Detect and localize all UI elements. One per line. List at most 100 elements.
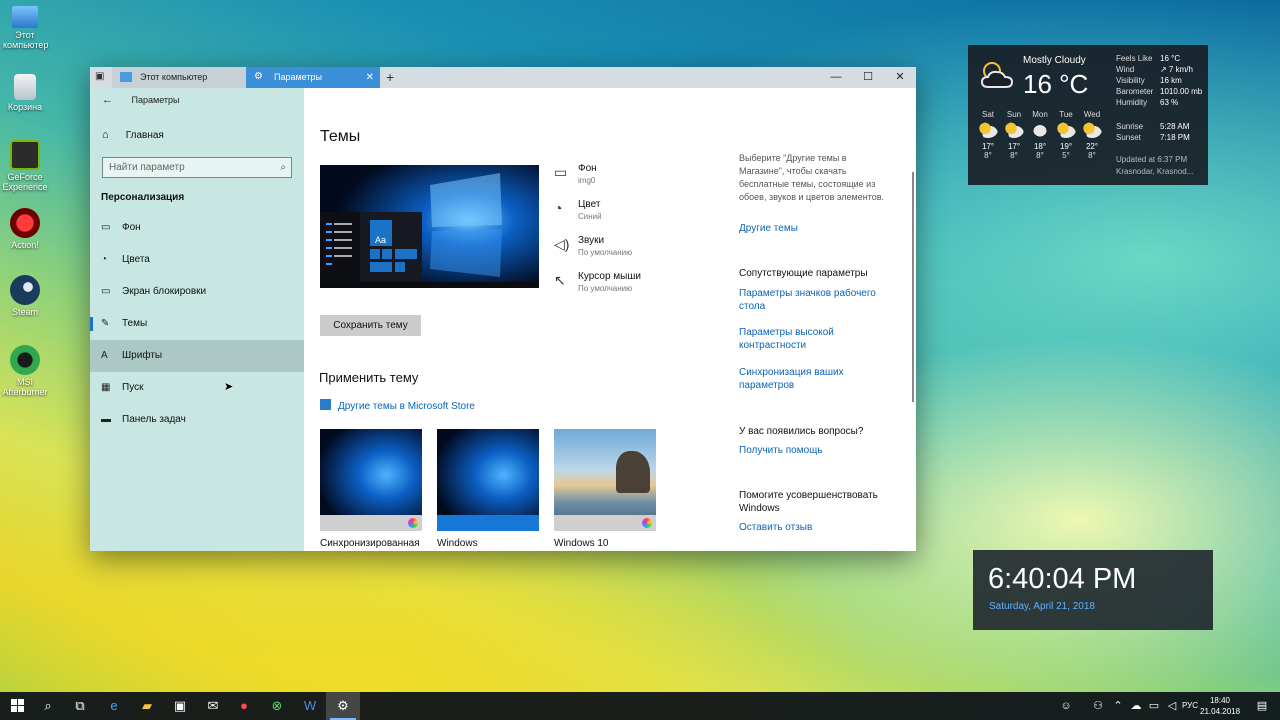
desktop-icon-this-pc[interactable]: Этот компьютер bbox=[0, 6, 50, 50]
word-icon[interactable]: W bbox=[293, 692, 327, 720]
computer-icon bbox=[120, 72, 132, 82]
tab-this-pc[interactable]: Этот компьютер bbox=[112, 67, 246, 88]
file-explorer-icon[interactable]: ▰ bbox=[130, 692, 164, 720]
forecast-day: Wed 22° 8° bbox=[1079, 110, 1105, 160]
detail-value: 63 % bbox=[1160, 98, 1179, 107]
window-menu-icon[interactable]: ▣ bbox=[95, 71, 107, 83]
xbox-icon[interactable]: ⊗ bbox=[260, 692, 294, 720]
high-contrast-link[interactable]: Параметры высокой контрастности bbox=[739, 326, 894, 352]
speaker-icon: ◁) bbox=[554, 236, 570, 252]
desktop-icons-settings-link[interactable]: Параметры значков рабочего стола bbox=[739, 287, 894, 313]
forecast-day: Sun 17° 8° bbox=[1001, 110, 1027, 160]
property-color[interactable]: ◔ Цвет Синий bbox=[554, 199, 684, 229]
theme-thumbnail bbox=[320, 429, 422, 531]
home-link[interactable]: ⌂ Главная bbox=[102, 129, 164, 141]
mouse-pointer-icon: ➤ bbox=[224, 381, 234, 393]
section-title: Персонализация bbox=[101, 192, 185, 203]
desktop-icon-label: Action! bbox=[11, 240, 39, 250]
afterburner-icon bbox=[10, 345, 40, 375]
more-themes-link[interactable]: Другие темы bbox=[739, 222, 894, 235]
get-help-link[interactable]: Получить помощь bbox=[739, 444, 894, 457]
weather-detail: Visibility 16 km bbox=[1116, 76, 1182, 85]
property-title: Цвет bbox=[578, 199, 601, 210]
forecast-high: 22° bbox=[1085, 142, 1099, 151]
property-background[interactable]: ▭ Фон img0 bbox=[554, 163, 684, 193]
settings-taskbar-icon[interactable]: ⚙ bbox=[326, 692, 360, 720]
store-link[interactable]: Другие темы в Microsoft Store bbox=[320, 399, 475, 412]
sidebar-item-lock-screen[interactable]: ▭ Экран блокировки bbox=[90, 276, 304, 308]
feedback-link[interactable]: Оставить отзыв bbox=[739, 521, 894, 534]
theme-card-windows-10[interactable]: Windows 10 bbox=[554, 429, 656, 549]
desktop-icon-steam[interactable]: Steam bbox=[0, 275, 50, 317]
save-theme-button[interactable]: Сохранить тему bbox=[320, 315, 421, 336]
image-icon: ▭ bbox=[554, 164, 568, 180]
sunrise-value: 5:28 AM bbox=[1160, 122, 1190, 131]
property-mouse-cursor[interactable]: ↖ Курсор мыши По умолчанию bbox=[554, 271, 684, 301]
language-indicator[interactable]: РУС bbox=[1180, 692, 1200, 720]
tab-close-icon[interactable]: ✕ bbox=[366, 67, 374, 88]
forecast-low: 8° bbox=[1088, 151, 1096, 160]
sidebar-item-background[interactable]: ▭ Фон bbox=[90, 212, 304, 244]
tab-label: Этот компьютер bbox=[140, 72, 208, 82]
minimize-button[interactable]: — bbox=[820, 67, 852, 88]
taskbar-clock[interactable]: 18:40 21.04.2018 bbox=[1200, 695, 1240, 717]
scrollbar[interactable] bbox=[912, 172, 914, 402]
detail-label: Feels Like bbox=[1116, 54, 1153, 63]
desktop-icon-label: MSI Afterburner bbox=[2, 377, 48, 397]
search-icon[interactable]: ⌕ bbox=[31, 692, 65, 720]
content-pane: Темы Aa Сохранить тему ▭ Фон img0 ◔ Цвет… bbox=[304, 88, 916, 551]
sidebar-item-themes[interactable]: ✎ Темы bbox=[90, 308, 304, 340]
tray-app-icon[interactable]: ☺ bbox=[1055, 692, 1077, 720]
onedrive-icon[interactable]: ☁ bbox=[1128, 692, 1144, 720]
search-input[interactable]: Найти параметр ⌕ bbox=[102, 157, 292, 178]
fonts-icon: A bbox=[101, 350, 108, 361]
desktop-icon-recycle-bin[interactable]: Корзина bbox=[0, 74, 50, 112]
sunset-label: Sunset bbox=[1116, 133, 1141, 142]
back-arrow-icon[interactable]: ← bbox=[102, 94, 113, 106]
sidebar-item-fonts[interactable]: A Шрифты bbox=[90, 340, 304, 372]
start-button[interactable] bbox=[0, 692, 34, 720]
close-button[interactable]: ✕ bbox=[884, 67, 916, 88]
theme-card-synced[interactable]: Синхронизированная bbox=[320, 429, 422, 549]
network-icon[interactable]: ▭ bbox=[1146, 692, 1162, 720]
sync-settings-link[interactable]: Синхронизация ваших параметров bbox=[739, 366, 894, 392]
property-sounds[interactable]: ◁) Звуки По умолчанию bbox=[554, 235, 684, 265]
detail-value: 16 km bbox=[1160, 76, 1182, 85]
page-title: Темы bbox=[320, 128, 361, 145]
forecast-day: Tue 19° 5° bbox=[1053, 110, 1079, 160]
theme-thumbnail bbox=[554, 429, 656, 531]
sidebar-item-start[interactable]: ▦ Пуск bbox=[90, 372, 304, 404]
maximize-button[interactable]: ☐ bbox=[852, 67, 884, 88]
weather-condition: Mostly Cloudy bbox=[1023, 55, 1086, 66]
task-view-icon[interactable]: ⧉ bbox=[63, 692, 97, 720]
store-icon bbox=[320, 399, 331, 410]
people-icon[interactable]: ⚇ bbox=[1090, 692, 1106, 720]
tab-settings[interactable]: ⚙ Параметры ✕ bbox=[246, 67, 380, 88]
apply-theme-title: Применить тему bbox=[319, 370, 419, 385]
action-icon[interactable]: ● bbox=[227, 692, 261, 720]
store-icon[interactable]: ▣ bbox=[163, 692, 197, 720]
search-placeholder: Найти параметр bbox=[109, 162, 185, 173]
sunset-row: Sunset 7:18 PM bbox=[1116, 133, 1190, 142]
action-center-icon[interactable]: ▤ bbox=[1250, 692, 1274, 720]
show-hidden-icons-icon[interactable]: ⌃ bbox=[1110, 692, 1126, 720]
sidebar-item-taskbar[interactable]: ▬ Панель задач bbox=[90, 404, 304, 436]
desktop-icon-geforce[interactable]: GeForce Experience bbox=[0, 140, 50, 192]
tab-bar: ▣ Этот компьютер ⚙ Параметры ✕ + — ☐ ✕ bbox=[90, 67, 916, 88]
volume-icon[interactable]: ◁ bbox=[1164, 692, 1180, 720]
edge-icon[interactable]: e bbox=[97, 692, 131, 720]
property-value: Синий bbox=[578, 212, 602, 221]
forecast-high: 19° bbox=[1059, 142, 1073, 151]
new-tab-button[interactable]: + bbox=[386, 67, 394, 88]
taskbar-date: 21.04.2018 bbox=[1200, 707, 1241, 716]
desktop-icon-action[interactable]: Action! bbox=[0, 208, 50, 250]
theme-card-windows[interactable]: Windows bbox=[437, 429, 539, 549]
mail-icon[interactable]: ✉ bbox=[196, 692, 230, 720]
desktop-icon-msi-afterburner[interactable]: MSI Afterburner bbox=[0, 345, 50, 397]
sidebar-item-colors[interactable]: ◔ Цвета bbox=[90, 244, 304, 276]
improve-title: Помогите усовершенствовать Windows bbox=[739, 490, 878, 514]
weather-updated: Updated at 6:37 PM bbox=[1116, 155, 1188, 164]
color-wheel-icon bbox=[408, 518, 418, 528]
property-value: По умолчанию bbox=[578, 248, 633, 257]
back-row: ← Параметры bbox=[102, 94, 180, 106]
